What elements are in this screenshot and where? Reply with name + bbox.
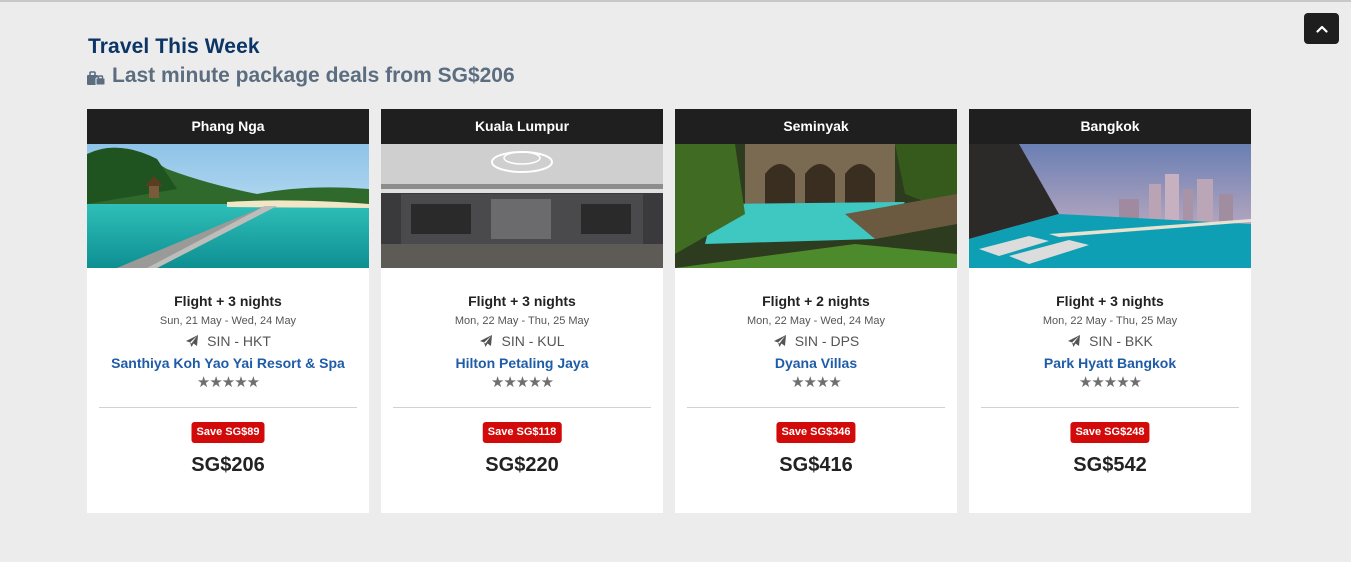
scroll-to-top-button[interactable]: [1304, 13, 1339, 44]
airplane-icon: [479, 334, 493, 348]
flight-route: SIN - KUL: [381, 333, 663, 349]
flight-route: SIN - HKT: [87, 333, 369, 349]
flight-route: SIN - DPS: [675, 333, 957, 349]
card-divider: [981, 407, 1239, 408]
route-text: SIN - HKT: [207, 333, 271, 349]
package-type: Flight + 3 nights: [1056, 293, 1164, 309]
route-text: SIN - DPS: [794, 333, 860, 349]
destination-photo[interactable]: [675, 144, 957, 268]
card-destination: Kuala Lumpur: [381, 109, 663, 144]
page-subtitle-text: Last minute package deals from SG$206: [112, 64, 515, 87]
deal-card-phang-nga[interactable]: Phang Nga Flight + 3 nights Sun, 21 May …: [87, 109, 369, 513]
travel-dates: Sun, 21 May - Wed, 24 May: [159, 315, 297, 327]
star-rating: ★★★★★: [1078, 374, 1142, 391]
chevron-up-icon: [1315, 25, 1328, 33]
page-subtitle: Last minute package deals from SG$206: [87, 64, 515, 88]
savings-badge: Save SG$248: [1070, 422, 1150, 443]
star-rating: ★★★★★: [490, 374, 554, 391]
package-price: SG$220: [485, 454, 559, 476]
travel-dates: Mon, 22 May - Wed, 24 May: [747, 315, 885, 327]
airplane-icon: [773, 334, 787, 348]
destination-photo[interactable]: [969, 144, 1251, 268]
deal-card-bangkok[interactable]: Bangkok Flight + 3 nights Mon, 22 May - …: [969, 109, 1251, 513]
card-destination: Phang Nga: [87, 109, 369, 144]
hotel-link[interactable]: Park Hyatt Bangkok: [969, 355, 1251, 371]
star-rating: ★★★★★: [196, 374, 260, 391]
flight-route: SIN - BKK: [969, 333, 1251, 349]
savings-badge: Save SG$89: [191, 422, 265, 443]
hotel-link[interactable]: Dyana Villas: [675, 355, 957, 371]
airplane-icon: [1067, 334, 1081, 348]
hotel-link[interactable]: Hilton Petaling Jaya: [381, 355, 663, 371]
travel-dates: Mon, 22 May - Thu, 25 May: [454, 315, 590, 327]
card-divider: [99, 407, 357, 408]
luggage-icon: [87, 68, 106, 86]
page-title: Travel This Week: [88, 35, 260, 58]
savings-badge: Save SG$118: [482, 422, 562, 443]
package-price: SG$416: [779, 454, 853, 476]
airplane-icon: [185, 334, 199, 348]
package-price: SG$542: [1073, 454, 1147, 476]
card-destination: Bangkok: [969, 109, 1251, 144]
deal-card-seminyak[interactable]: Seminyak Flight + 2 nights Mon, 22 May -…: [675, 109, 957, 513]
package-type: Flight + 3 nights: [174, 293, 282, 309]
destination-photo[interactable]: [381, 144, 663, 268]
card-divider: [393, 407, 651, 408]
card-divider: [687, 407, 945, 408]
package-type: Flight + 2 nights: [762, 293, 870, 309]
travel-dates: Mon, 22 May - Thu, 25 May: [1042, 315, 1178, 327]
deals-list: Phang Nga Flight + 3 nights Sun, 21 May …: [87, 109, 1251, 513]
top-divider: [0, 0, 1351, 2]
route-text: SIN - BKK: [1089, 333, 1153, 349]
card-destination: Seminyak: [675, 109, 957, 144]
package-price: SG$206: [191, 454, 265, 476]
route-text: SIN - KUL: [501, 333, 565, 349]
package-type: Flight + 3 nights: [468, 293, 576, 309]
deal-card-kuala-lumpur[interactable]: Kuala Lumpur Flight + 3 nights Mon, 22 M…: [381, 109, 663, 513]
star-rating: ★★★★: [791, 374, 842, 391]
destination-photo[interactable]: [87, 144, 369, 268]
savings-badge: Save SG$346: [776, 422, 856, 443]
hotel-link[interactable]: Santhiya Koh Yao Yai Resort & Spa: [87, 355, 369, 371]
